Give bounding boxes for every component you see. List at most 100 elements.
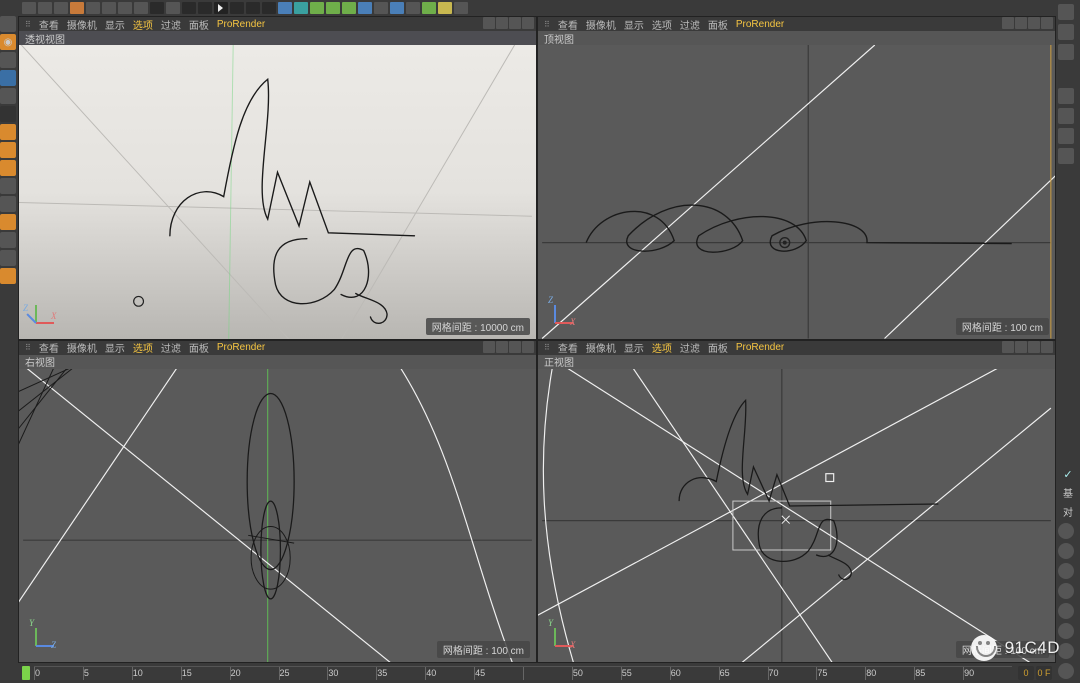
tt-27[interactable] (438, 2, 452, 14)
rt-label-b[interactable]: 对 (1058, 504, 1078, 519)
rt-circle2-icon[interactable] (1058, 543, 1074, 559)
timeline-scale[interactable]: 051015202530354045505560657075808590 (34, 666, 1012, 680)
rt-6[interactable] (1058, 128, 1074, 144)
tool-g1-icon[interactable] (0, 178, 16, 194)
tt-11[interactable] (182, 2, 196, 14)
canvas-front[interactable]: Y X 网格间距 : 100 cm (538, 369, 1055, 663)
axis-widget-persp[interactable]: X Z (25, 293, 65, 333)
rt-circle4-icon[interactable] (1058, 583, 1074, 599)
axis-widget-right[interactable]: Y Z (25, 616, 65, 656)
tt-10[interactable] (166, 2, 180, 14)
grip-icon[interactable]: ⠿ (25, 343, 29, 352)
rt-3[interactable] (1058, 44, 1074, 60)
menu-prorender[interactable]: ProRender (217, 19, 265, 30)
menu-panel[interactable]: 面板 (708, 341, 728, 356)
menu-panel[interactable]: 面板 (189, 341, 209, 356)
menu-options[interactable]: 选项 (652, 17, 672, 32)
tt-1[interactable] (22, 2, 36, 14)
rt-1[interactable] (1058, 4, 1074, 20)
canvas-top[interactable]: X Z 网格间距 : 100 cm (538, 45, 1055, 339)
rt-4[interactable] (1058, 88, 1074, 104)
rt-label-a[interactable]: 基 (1058, 485, 1078, 500)
timeline[interactable]: 051015202530354045505560657075808590 0 0… (18, 663, 1056, 683)
rt-2[interactable] (1058, 24, 1074, 40)
viewport-front[interactable]: ⠿ 查看 摄像机 显示 选项 过滤 面板 ProRender 正视图 (538, 341, 1055, 663)
grip-icon[interactable]: ⠿ (25, 20, 29, 29)
nav-pan-icon[interactable] (1002, 341, 1014, 353)
tt-15[interactable] (246, 2, 260, 14)
tt-light-icon[interactable] (406, 2, 420, 14)
tool-g2-icon[interactable] (0, 196, 16, 212)
menu-camera[interactable]: 摄像机 (67, 341, 97, 356)
menu-view[interactable]: 查看 (39, 341, 59, 356)
menu-filter[interactable]: 过滤 (680, 17, 700, 32)
tt-3[interactable] (54, 2, 68, 14)
tt-generator-icon[interactable] (310, 2, 324, 14)
timeline-playhead[interactable] (22, 666, 30, 680)
nav-pan-icon[interactable] (483, 17, 495, 29)
tt-7[interactable] (118, 2, 132, 14)
tool-axis-icon[interactable] (0, 88, 16, 104)
nav-zoom-icon[interactable] (1015, 17, 1027, 29)
tool-g4-icon[interactable] (0, 232, 16, 248)
viewport-top[interactable]: ⠿ 查看 摄像机 显示 选项 过滤 面板 ProRender 顶视图 (538, 17, 1055, 339)
menu-filter[interactable]: 过滤 (161, 17, 181, 32)
grip-icon[interactable]: ⠿ (544, 20, 548, 29)
menu-camera[interactable]: 摄像机 (586, 341, 616, 356)
axis-widget-front[interactable]: Y X (544, 616, 584, 656)
axis-widget-top[interactable]: X Z (544, 293, 584, 333)
nav-orbit-icon[interactable] (509, 341, 521, 353)
tt-generator3-icon[interactable] (342, 2, 356, 14)
rt-7[interactable] (1058, 148, 1074, 164)
menu-display[interactable]: 显示 (624, 341, 644, 356)
tool-rect-icon[interactable] (0, 52, 16, 68)
tt-28[interactable] (454, 2, 468, 14)
viewport-perspective[interactable]: ⠿ 查看 摄像机 显示 选项 过滤 面板 ProRender 透视视图 (19, 17, 536, 339)
tt-16[interactable] (262, 2, 276, 14)
menu-camera[interactable]: 摄像机 (586, 17, 616, 32)
tool-g6-icon[interactable] (0, 268, 16, 284)
tool-cube-icon[interactable] (0, 70, 16, 86)
rt-circle7-icon[interactable] (1058, 643, 1074, 659)
nav-pan-icon[interactable] (483, 341, 495, 353)
tool-live-select-icon[interactable]: ◉ (0, 34, 16, 50)
menu-options[interactable]: 选项 (652, 341, 672, 356)
menu-view[interactable]: 查看 (39, 17, 59, 32)
nav-pan-icon[interactable] (1002, 17, 1014, 29)
menu-options[interactable]: 选项 (133, 17, 153, 32)
menu-filter[interactable]: 过滤 (161, 341, 181, 356)
nav-max-icon[interactable] (522, 17, 534, 29)
menu-options[interactable]: 选项 (133, 341, 153, 356)
tt-8[interactable] (134, 2, 148, 14)
tool-edge-icon[interactable] (0, 142, 16, 158)
grip-icon[interactable]: ⠿ (544, 343, 548, 352)
tt-render-icon[interactable] (70, 2, 84, 14)
rt-circle3-icon[interactable] (1058, 563, 1074, 579)
nav-max-icon[interactable] (1041, 341, 1053, 353)
tt-cam-icon[interactable] (390, 2, 404, 14)
rt-check-icon[interactable]: ✓ (1058, 468, 1078, 481)
tt-spline-icon[interactable] (294, 2, 308, 14)
canvas-persp[interactable]: X Z 网格间距 : 10000 cm (19, 45, 536, 339)
canvas-right[interactable]: Y Z 网格间距 : 100 cm (19, 369, 536, 663)
nav-orbit-icon[interactable] (1028, 341, 1040, 353)
nav-zoom-icon[interactable] (1015, 341, 1027, 353)
tt-prim-cube-icon[interactable] (278, 2, 292, 14)
menu-view[interactable]: 查看 (558, 17, 578, 32)
tt-12[interactable] (198, 2, 212, 14)
menu-display[interactable]: 显示 (105, 341, 125, 356)
tt-23[interactable] (374, 2, 388, 14)
nav-orbit-icon[interactable] (1028, 17, 1040, 29)
tt-26[interactable] (422, 2, 436, 14)
nav-orbit-icon[interactable] (509, 17, 521, 29)
menu-view[interactable]: 查看 (558, 341, 578, 356)
menu-prorender[interactable]: ProRender (736, 19, 784, 30)
tool-g3-icon[interactable] (0, 214, 16, 230)
rt-circle5-icon[interactable] (1058, 603, 1074, 619)
tt-generator2-icon[interactable] (326, 2, 340, 14)
tt-deform-icon[interactable] (358, 2, 372, 14)
tt-2[interactable] (38, 2, 52, 14)
rt-circle1-icon[interactable] (1058, 523, 1074, 539)
menu-prorender[interactable]: ProRender (217, 342, 265, 353)
nav-max-icon[interactable] (1041, 17, 1053, 29)
